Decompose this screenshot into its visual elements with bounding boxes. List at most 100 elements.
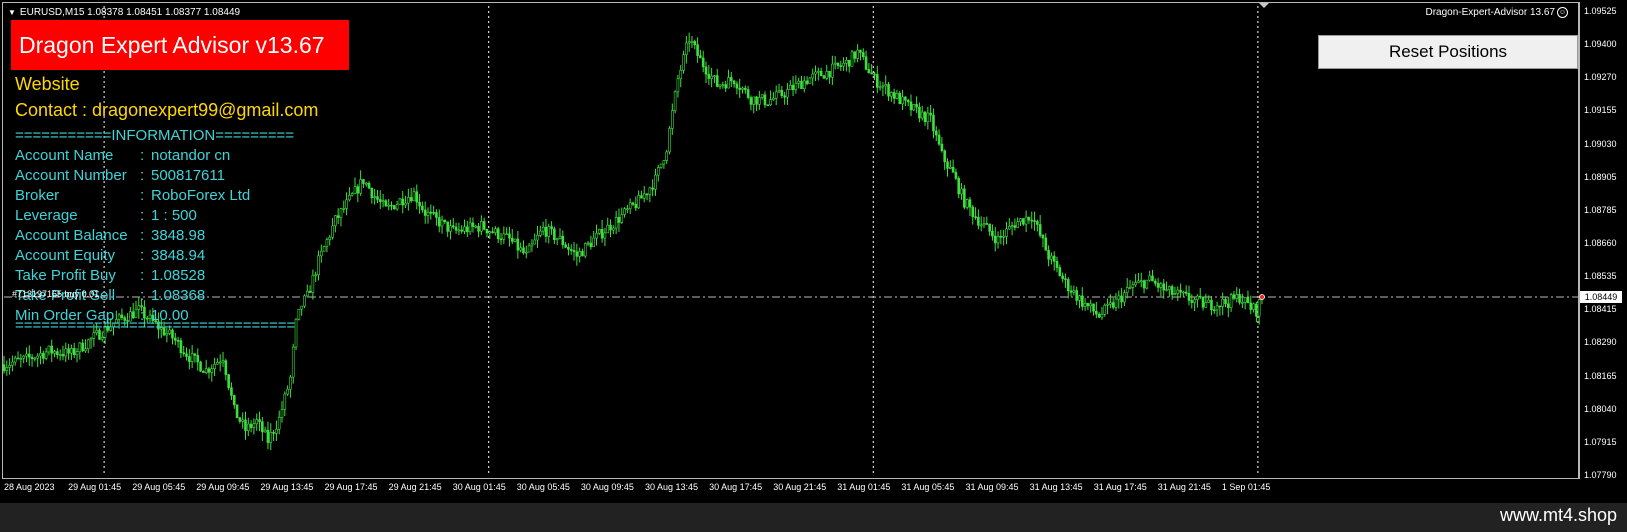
candle-body — [817, 70, 820, 73]
info-row-label: Account Balance — [15, 227, 128, 244]
candle-body — [920, 111, 924, 119]
candle-body — [1210, 299, 1213, 311]
candle-body — [1061, 275, 1064, 279]
candle-body — [1246, 297, 1250, 304]
candle-body — [367, 182, 371, 189]
candle-body — [252, 423, 256, 428]
candle-body — [699, 55, 702, 59]
candle-body — [614, 217, 618, 229]
candle-body — [345, 199, 348, 209]
info-row-value: 1 : 500 — [151, 207, 197, 224]
candle-body — [609, 224, 612, 231]
candle-body — [362, 179, 365, 184]
candle-body — [957, 178, 961, 195]
candle-body — [216, 361, 219, 365]
candle-body — [238, 417, 242, 422]
candle-body — [572, 250, 576, 253]
candle-body — [797, 80, 800, 84]
order-line-label[interactable]: #713197165 buy 0.01 — [12, 289, 99, 299]
candle-body — [1128, 287, 1132, 289]
candle-body — [589, 242, 593, 248]
candle-body — [457, 229, 461, 232]
candle-body — [269, 432, 273, 443]
candle-body — [642, 193, 646, 199]
candle-body — [339, 208, 343, 218]
candle-body — [272, 432, 275, 434]
candle-body — [617, 217, 621, 223]
candle-body — [516, 238, 520, 251]
candle-body — [971, 206, 975, 217]
candle-body — [946, 161, 949, 169]
candle-body — [1134, 282, 1137, 286]
price-tick-label: 1.08785 — [1584, 204, 1617, 215]
candle-body — [701, 57, 705, 68]
candle-body — [241, 419, 244, 422]
candle-body — [755, 96, 758, 105]
candle-body — [1075, 290, 1078, 301]
candle-body — [44, 351, 48, 359]
candle-body — [651, 187, 654, 190]
candle-body — [308, 290, 312, 293]
candle-body — [673, 91, 677, 111]
candle-body — [831, 63, 834, 78]
candle-body — [856, 49, 859, 59]
candle-body — [659, 163, 663, 168]
candle-body — [561, 235, 565, 246]
candle-body — [331, 225, 334, 238]
time-tick-label: 31 Aug 05:45 — [901, 482, 955, 492]
candle-body — [533, 239, 537, 245]
info-row-value: 3848.94 — [151, 247, 206, 264]
candle-body — [502, 233, 506, 240]
time-tick-label: 29 Aug 13:45 — [260, 482, 314, 492]
candle-body — [550, 226, 553, 230]
candle-body — [1047, 249, 1050, 260]
info-row-label: Account Equity — [15, 247, 116, 264]
candle-body — [277, 416, 281, 430]
candle-body — [398, 198, 402, 205]
candle-body — [873, 73, 876, 76]
candle-body — [1041, 235, 1045, 239]
candle-body — [996, 236, 1000, 244]
candle-body — [42, 353, 45, 359]
candle-body — [628, 202, 632, 210]
candle-body — [724, 84, 727, 89]
candle-body — [5, 367, 9, 372]
candle-body — [985, 223, 989, 225]
candle-body — [266, 429, 270, 443]
candle-body — [218, 361, 222, 364]
time-tick-label: 30 Aug 13:45 — [645, 482, 699, 492]
candle-body — [766, 104, 770, 107]
candle-body — [185, 353, 188, 357]
candle-body — [544, 226, 548, 237]
info-row: Leverage:1 : 500 — [15, 207, 197, 224]
candle-body — [547, 226, 551, 237]
candle-body — [89, 338, 93, 341]
candle-body — [637, 195, 640, 209]
candle-body — [378, 199, 382, 202]
time-tick-label: 31 Aug 01:45 — [837, 482, 891, 492]
info-row: Account Balance:3848.98 — [15, 227, 205, 244]
candle-body — [429, 211, 433, 214]
candle-body — [317, 255, 320, 276]
info-row-separator: : — [140, 267, 145, 284]
price-tick-label: 1.09270 — [1584, 72, 1617, 83]
price-tick-label: 1.09525 — [1584, 6, 1617, 16]
candle-body — [204, 368, 208, 373]
candle-body — [752, 96, 756, 105]
candle-body — [887, 84, 890, 97]
candle-body — [387, 204, 391, 207]
info-row-label: Account Number — [15, 167, 127, 184]
candle-body — [951, 166, 955, 173]
info-row-value: 1.08368 — [151, 287, 206, 304]
candle-body — [758, 97, 761, 105]
candle-body — [449, 225, 452, 232]
candle-body — [853, 51, 857, 59]
chevron-down-icon[interactable]: ▼ — [8, 8, 16, 17]
candle-body — [255, 419, 259, 425]
candle-body — [258, 419, 261, 423]
candle-body — [289, 376, 292, 390]
info-row-value: 500817611 — [151, 167, 225, 184]
candle-body — [1092, 303, 1095, 312]
reset-positions-button[interactable]: Reset Positions — [1318, 35, 1578, 69]
candle-body — [522, 247, 525, 254]
